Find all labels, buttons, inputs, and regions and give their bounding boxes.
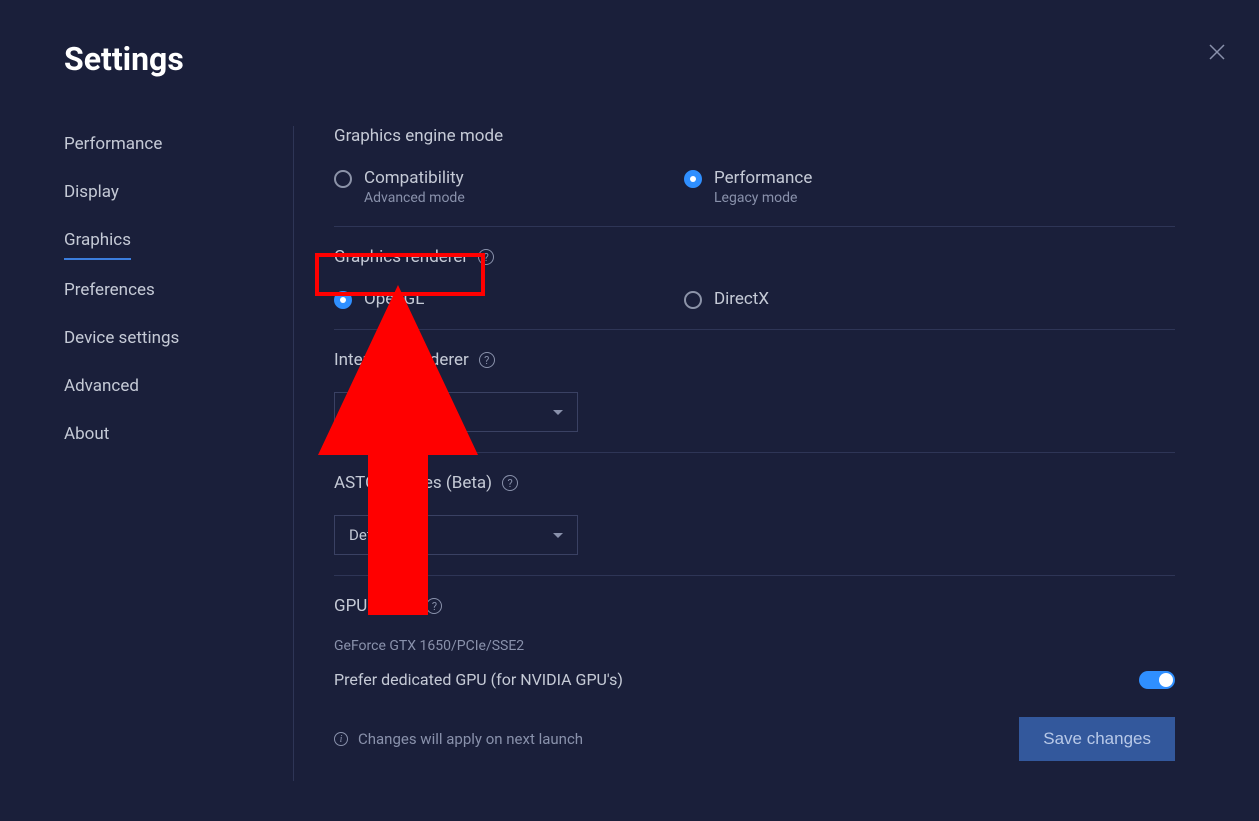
select-astc[interactable]: Default	[334, 515, 578, 555]
section-title-gpu: GPU in use	[334, 596, 416, 616]
help-icon[interactable]: ?	[502, 475, 518, 491]
select-interface-renderer[interactable]: Auto	[334, 392, 578, 432]
save-button[interactable]: Save changes	[1019, 717, 1175, 761]
footer: i Changes will apply on next launch Save…	[334, 717, 1175, 761]
section-engine-mode: Graphics engine mode Compatibility Advan…	[334, 126, 1175, 227]
radio-sublabel: Legacy mode	[714, 190, 812, 206]
info-message: Changes will apply on next launch	[358, 730, 583, 748]
close-button[interactable]	[1205, 40, 1229, 64]
main-panel: Graphics engine mode Compatibility Advan…	[294, 126, 1195, 781]
radio-directx[interactable]: DirectX	[684, 289, 1034, 309]
section-title-interface-renderer: Interface renderer	[334, 350, 469, 370]
select-value: Auto	[349, 403, 380, 421]
help-icon[interactable]: ?	[478, 249, 494, 265]
sidebar-item-device-settings[interactable]: Device settings	[64, 320, 179, 356]
section-interface-renderer: Interface renderer ? Auto	[334, 350, 1175, 453]
help-icon[interactable]: ?	[479, 352, 495, 368]
help-icon[interactable]: ?	[426, 598, 442, 614]
sidebar-item-about[interactable]: About	[64, 416, 109, 452]
sidebar: Performance Display Graphics Preferences…	[64, 126, 294, 781]
section-title-engine-mode: Graphics engine mode	[334, 126, 1175, 146]
sidebar-item-graphics[interactable]: Graphics	[64, 222, 131, 260]
radio-icon	[684, 291, 702, 309]
radio-label: OpenGL	[364, 289, 424, 309]
section-renderer: Graphics renderer ? OpenGL DirectX	[334, 247, 1175, 330]
chevron-down-icon	[553, 533, 563, 538]
radio-opengl[interactable]: OpenGL	[334, 289, 684, 309]
radio-sublabel: Advanced mode	[364, 190, 465, 206]
radio-icon	[334, 291, 352, 309]
section-gpu: GPU in use ? GeForce GTX 1650/PCIe/SSE2 …	[334, 596, 1175, 709]
page-title: Settings	[64, 40, 1195, 78]
section-astc: ASTC textures (Beta) ? Default	[334, 473, 1175, 576]
section-title-renderer: Graphics renderer	[334, 247, 468, 267]
chevron-down-icon	[553, 410, 563, 415]
radio-icon	[334, 170, 352, 188]
sidebar-item-preferences[interactable]: Preferences	[64, 272, 155, 308]
radio-label: Performance	[714, 168, 812, 188]
info-icon: i	[334, 732, 348, 746]
select-value: Default	[349, 526, 397, 544]
radio-performance[interactable]: Performance Legacy mode	[684, 168, 1034, 206]
radio-compatibility[interactable]: Compatibility Advanced mode	[334, 168, 684, 206]
sidebar-item-advanced[interactable]: Advanced	[64, 368, 139, 404]
radio-label: DirectX	[714, 289, 769, 309]
radio-icon	[684, 170, 702, 188]
section-title-astc: ASTC textures (Beta)	[334, 473, 492, 493]
toggle-label-dedicated-gpu: Prefer dedicated GPU (for NVIDIA GPU's)	[334, 670, 623, 689]
sidebar-item-performance[interactable]: Performance	[64, 126, 162, 162]
close-icon	[1205, 40, 1229, 64]
gpu-detail: GeForce GTX 1650/PCIe/SSE2	[334, 638, 1175, 654]
radio-label: Compatibility	[364, 168, 465, 188]
sidebar-item-display[interactable]: Display	[64, 174, 119, 210]
toggle-dedicated-gpu[interactable]	[1139, 671, 1175, 689]
